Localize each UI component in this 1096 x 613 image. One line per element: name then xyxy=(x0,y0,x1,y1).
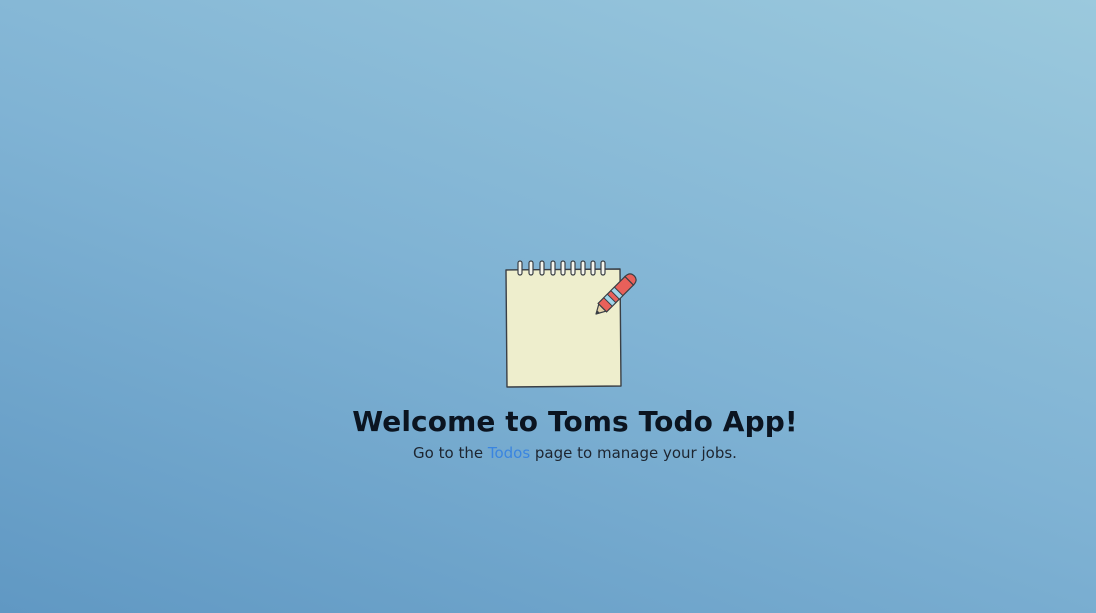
notepad-with-pencil-icon xyxy=(505,260,637,388)
welcome-subtitle: Go to the Todos page to manage your jobs… xyxy=(413,443,737,463)
welcome-hero: Welcome to Toms Todo App! Go to the Todo… xyxy=(0,256,1096,463)
page-title: Welcome to Toms Todo App! xyxy=(352,405,798,438)
subtitle-text-after: page to manage your jobs. xyxy=(530,444,737,462)
todos-link[interactable]: Todos xyxy=(488,444,530,462)
subtitle-text-before: Go to the xyxy=(413,444,488,462)
